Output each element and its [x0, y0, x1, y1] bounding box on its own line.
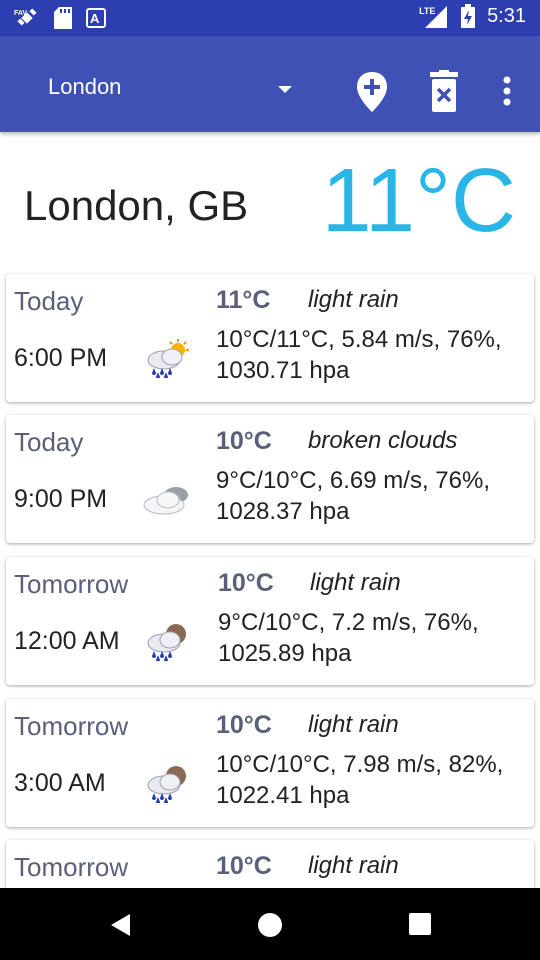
svg-text:A: A: [90, 11, 100, 26]
forecast-list[interactable]: Today 6:00 PM 11°C light rain 10°C/11°C,…: [0, 272, 540, 888]
sd-card-icon: [54, 7, 72, 29]
current-location: London, GB: [24, 182, 249, 229]
forecast-details: 9°C/10°C, 7.2 m/s, 76%, 1025.89 hpa: [218, 609, 479, 667]
signal-icon: [425, 6, 448, 28]
forecast-card[interactable]: Tomorrow 12:00 AM 10°C light rain 9°C/10…: [6, 557, 534, 685]
forecast-temperature: 10°C: [216, 711, 272, 739]
forecast-day: Tomorrow: [14, 569, 129, 599]
forecast-temperature: 10°C: [216, 427, 272, 455]
delete-icon[interactable]: [424, 70, 464, 114]
forecast-day: Today: [14, 427, 84, 457]
forecast-card[interactable]: Today 6:00 PM 11°C light rain 10°C/11°C,…: [6, 274, 534, 402]
forecast-day: Tomorrow: [14, 852, 129, 882]
forecast-time: 12:00 AM: [14, 627, 120, 655]
rain-moon-icon: [147, 624, 186, 661]
rain-sun-icon: [147, 339, 189, 378]
current-weather: London, GB 11°C: [0, 132, 540, 272]
forecast-card[interactable]: Tomorrow 10°C light rain: [6, 840, 534, 888]
forecast-temperature: 10°C: [218, 569, 274, 597]
forecast-description: broken clouds: [308, 427, 458, 454]
home-icon[interactable]: [257, 912, 283, 938]
forecast-description: light rain: [308, 286, 399, 313]
chevron-down-icon: [278, 86, 292, 93]
current-temperature: 11°C: [321, 151, 516, 251]
forecast-details: 10°C/11°C, 5.84 m/s, 76%, 1030.71 hpa: [216, 326, 502, 384]
status-bar: FAV A LTE 5:31: [0, 0, 540, 36]
forecast-details: 10°C/10°C, 7.98 m/s, 82%, 1022.41 hpa: [216, 751, 504, 809]
forecast-description: light rain: [308, 711, 399, 738]
city-dropdown-label: London: [48, 74, 122, 99]
app-bar: London: [0, 36, 540, 132]
back-icon[interactable]: [108, 912, 134, 938]
forecast-card[interactable]: Today 9:00 PM 10°C broken clouds 9°C/10°…: [6, 415, 534, 543]
navigation-bar: [0, 888, 540, 960]
forecast-day: Today: [14, 286, 84, 316]
add-location-icon[interactable]: [352, 70, 392, 114]
forecast-details: 9°C/10°C, 6.69 m/s, 76%, 1028.37 hpa: [216, 467, 490, 525]
forecast-day: Tomorrow: [14, 711, 129, 741]
satellite-icon: FAV: [14, 8, 37, 26]
clock: 5:31: [487, 4, 526, 27]
forecast-time: 3:00 AM: [14, 769, 106, 797]
forecast-description: light rain: [308, 852, 399, 879]
city-dropdown[interactable]: London: [48, 70, 298, 110]
overflow-menu-icon[interactable]: [488, 70, 528, 114]
battery-charging-icon: [461, 4, 476, 28]
forecast-description: light rain: [310, 569, 401, 596]
forecast-time: 6:00 PM: [14, 344, 108, 372]
forecast-card[interactable]: Tomorrow 3:00 AM 10°C light rain 10°C/10…: [6, 699, 534, 827]
broken-clouds-icon: [143, 487, 188, 515]
keyboard-icon: A: [86, 8, 106, 28]
forecast-temperature: 10°C: [216, 852, 272, 880]
recents-icon[interactable]: [408, 912, 432, 936]
forecast-time: 9:00 PM: [14, 485, 108, 513]
rain-moon-icon: [147, 766, 186, 803]
forecast-temperature: 11°C: [216, 286, 271, 314]
